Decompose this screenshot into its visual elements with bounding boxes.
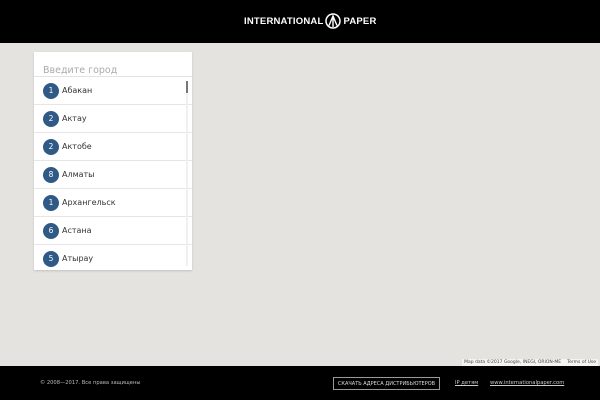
city-search-input[interactable] <box>43 65 183 76</box>
city-count-badge: 5 <box>43 250 59 267</box>
city-name: Атырау <box>62 254 94 263</box>
list-item[interactable]: 2 Актау <box>34 105 192 133</box>
list-item[interactable]: 1 Архангельск <box>34 189 192 217</box>
city-count-badge: 8 <box>43 166 59 183</box>
list-item[interactable]: 2 Актобе <box>34 133 192 161</box>
city-list: 1 Абакан 2 Актау 2 Актобе 8 Алматы 1 Арх… <box>34 77 192 270</box>
city-count-badge: 2 <box>43 138 59 155</box>
city-panel: 1 Абакан 2 Актау 2 Актобе 8 Алматы 1 Арх… <box>34 52 192 270</box>
logo-text-left: INTERNATIONAL <box>244 15 324 27</box>
map-attribution: Map data ©2017 Google, INEGI, ORION-ME T… <box>462 359 598 366</box>
city-name: Астана <box>62 226 92 235</box>
city-name: Актобе <box>62 142 92 151</box>
list-item[interactable]: 6 Астана <box>34 217 192 245</box>
download-distributors-button[interactable]: СКАЧАТЬ АДРЕСА ДИСТРИБЬЮТЕРОВ <box>333 377 440 390</box>
list-item[interactable]: 1 Абакан <box>34 77 192 105</box>
city-count-badge: 2 <box>43 110 59 127</box>
scrollbar-thumb[interactable] <box>186 81 188 93</box>
city-list-scrollbar[interactable] <box>186 81 188 266</box>
city-name: Алматы <box>62 170 95 179</box>
list-item[interactable]: 5 Атырау <box>34 245 192 270</box>
copyright-text: © 2008—2017. Все права защищены <box>40 380 141 386</box>
city-name: Архангельск <box>62 198 116 207</box>
ip-logo-icon <box>325 13 342 29</box>
city-name: Актау <box>62 114 87 123</box>
international-paper-logo[interactable]: INTERNATIONAL PAPER <box>244 12 377 30</box>
city-count-badge: 6 <box>43 222 59 239</box>
terms-of-use-link[interactable]: Terms of Use <box>567 359 596 366</box>
city-search <box>34 52 192 77</box>
list-item[interactable]: 8 Алматы <box>34 161 192 189</box>
website-link[interactable]: www.internationalpaper.com <box>490 380 564 386</box>
map-data-text: Map data ©2017 Google, INEGI, ORION-ME <box>464 360 562 365</box>
site-header: INTERNATIONAL PAPER <box>0 0 600 43</box>
logo-text-right: PAPER <box>343 15 377 27</box>
city-name: Абакан <box>62 86 93 95</box>
city-count-badge: 1 <box>43 194 59 211</box>
city-count-badge: 1 <box>43 82 59 99</box>
ip-children-link[interactable]: IP детям <box>455 380 478 386</box>
